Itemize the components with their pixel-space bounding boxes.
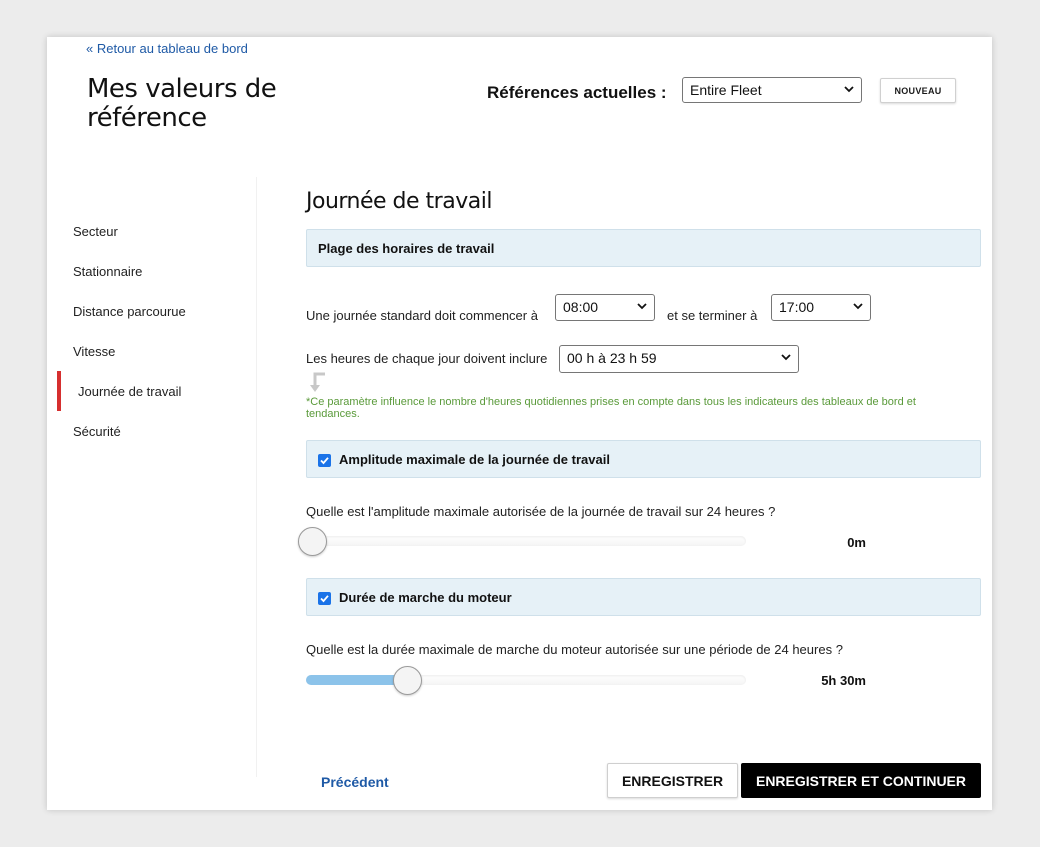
references-label: Références actuelles : xyxy=(487,83,667,102)
work-hours-note: *Ce paramètre influence le nombre d'heur… xyxy=(306,396,916,420)
main-card: « Retour au tableau de bord Mes valeurs … xyxy=(47,37,992,810)
include-hours-select[interactable]: 00 h à 23 h 59 xyxy=(559,345,799,373)
end-time-value: 17:00 xyxy=(779,299,815,315)
chevron-down-icon xyxy=(781,354,791,361)
sidebar-item-journee-de-travail[interactable]: Journée de travail xyxy=(78,384,181,399)
chevron-down-icon xyxy=(844,86,854,93)
end-time-label: et se terminer à xyxy=(667,308,758,323)
sidebar-active-indicator xyxy=(57,371,61,411)
max-amplitude-checkbox[interactable] xyxy=(318,454,331,467)
sidebar-item-stationnaire[interactable]: Stationnaire xyxy=(73,264,142,279)
sidebar-item-distance[interactable]: Distance parcourue xyxy=(73,304,186,319)
work-hours-panel: Plage des horaires de travail xyxy=(306,229,981,267)
sidebar-item-securite[interactable]: Sécurité xyxy=(73,424,121,439)
save-and-continue-button[interactable]: ENREGISTRER ET CONTINUER xyxy=(741,763,981,798)
section-title: Journée de travail xyxy=(306,189,492,214)
start-time-select[interactable]: 08:00 xyxy=(555,294,655,321)
max-amplitude-panel-title: Amplitude maximale de la journée de trav… xyxy=(339,452,610,467)
max-amplitude-slider[interactable] xyxy=(298,527,746,556)
references-select-value: Entire Fleet xyxy=(690,82,762,98)
sidebar-item-secteur[interactable]: Secteur xyxy=(73,224,118,239)
max-amplitude-slider-thumb[interactable] xyxy=(298,527,327,556)
include-hours-label: Les heures de chaque jour doivent inclur… xyxy=(306,351,548,366)
max-amplitude-panel: Amplitude maximale de la journée de trav… xyxy=(306,440,981,478)
engine-run-slider-thumb[interactable] xyxy=(392,666,422,695)
chevron-down-icon xyxy=(637,303,647,310)
max-amplitude-value: 0m xyxy=(847,535,866,550)
chevron-down-icon xyxy=(853,303,863,310)
start-time-value: 08:00 xyxy=(563,299,599,315)
work-hours-panel-title: Plage des horaires de travail xyxy=(318,241,495,256)
max-amplitude-question: Quelle est l'amplitude maximale autorisé… xyxy=(306,504,776,519)
engine-run-checkbox[interactable] xyxy=(318,592,331,605)
corner-down-arrow-icon xyxy=(310,372,325,392)
save-button[interactable]: ENREGISTRER xyxy=(607,763,738,798)
checkmark-icon xyxy=(320,595,329,603)
engine-run-panel: Durée de marche du moteur xyxy=(306,578,981,616)
back-to-dashboard-link[interactable]: « Retour au tableau de bord xyxy=(86,41,248,56)
engine-run-slider[interactable] xyxy=(306,666,746,695)
previous-link[interactable]: Précédent xyxy=(321,774,389,790)
sidebar: Secteur Stationnaire Distance parcourue … xyxy=(47,177,257,777)
engine-run-panel-title: Durée de marche du moteur xyxy=(339,590,512,605)
start-time-label: Une journée standard doit commencer à xyxy=(306,308,538,323)
end-time-select[interactable]: 17:00 xyxy=(771,294,871,321)
engine-run-question: Quelle est la durée maximale de marche d… xyxy=(306,642,843,657)
engine-run-value: 5h 30m xyxy=(821,673,866,688)
references-select[interactable]: Entire Fleet xyxy=(682,77,862,103)
include-hours-value: 00 h à 23 h 59 xyxy=(567,350,657,366)
page-title: Mes valeurs de référence xyxy=(87,74,277,133)
checkmark-icon xyxy=(320,457,329,465)
sidebar-item-vitesse[interactable]: Vitesse xyxy=(73,344,115,359)
new-button[interactable]: NOUVEAU xyxy=(880,78,956,103)
